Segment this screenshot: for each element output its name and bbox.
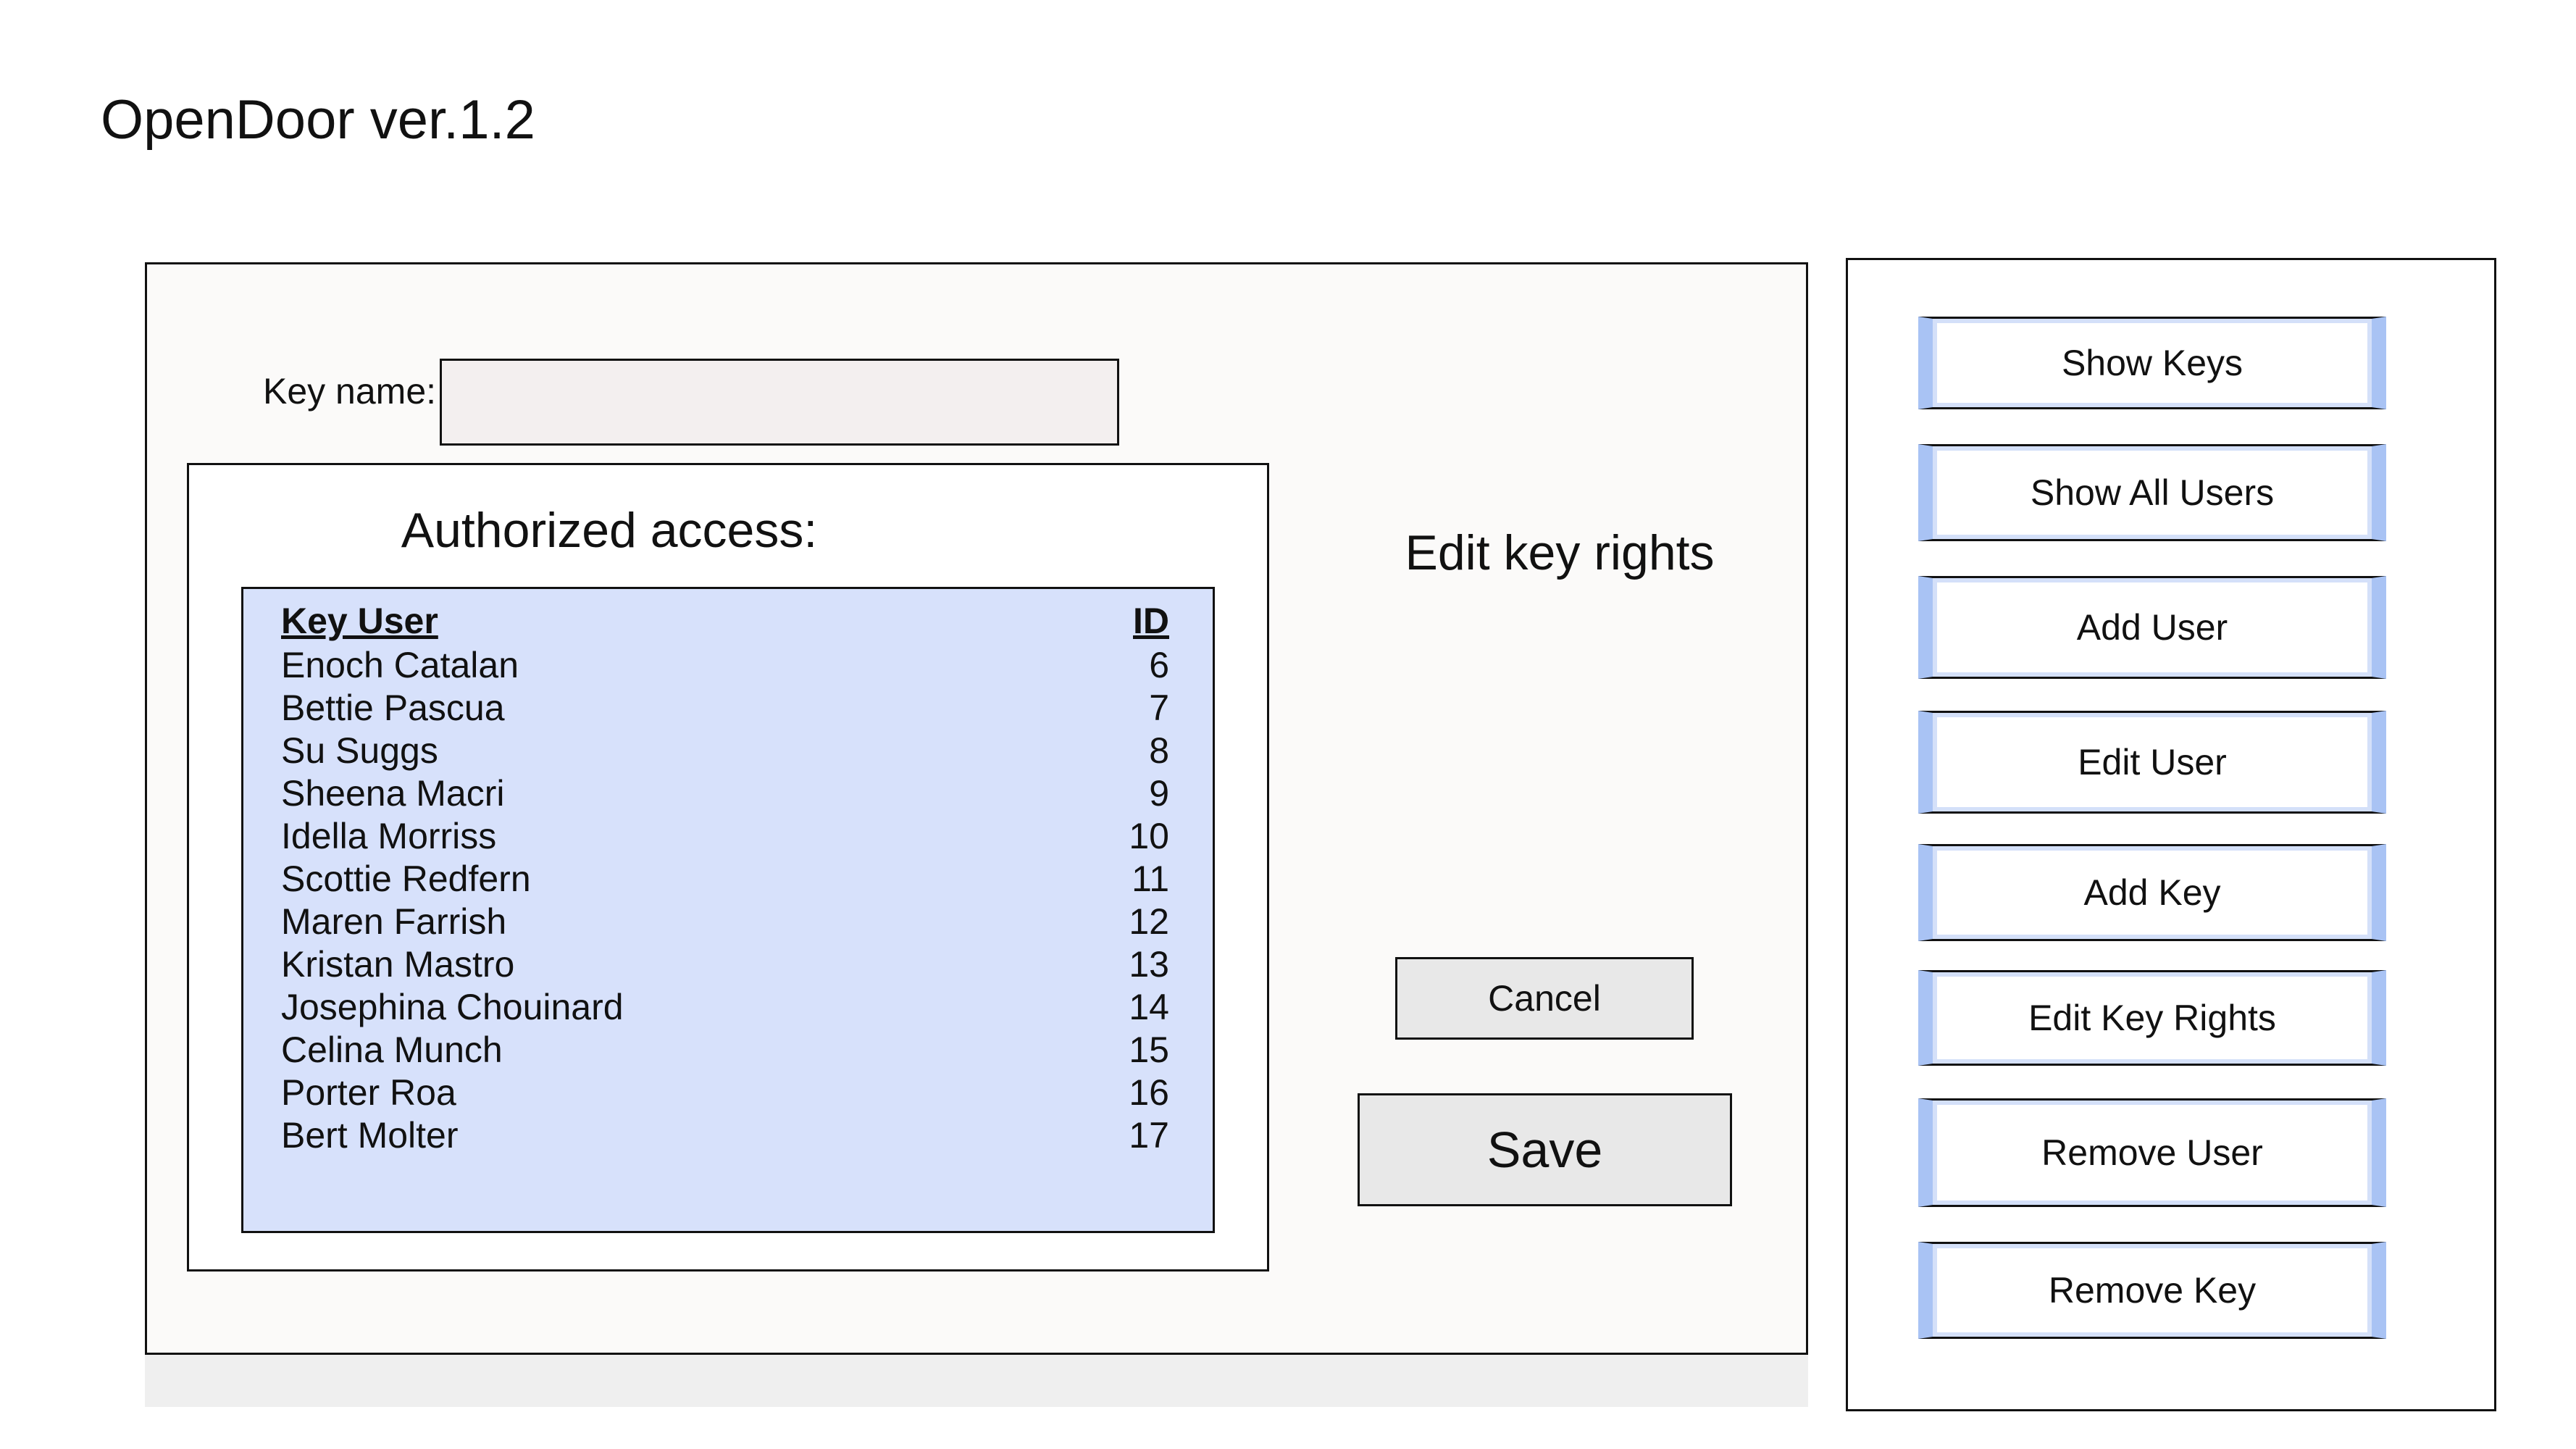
key-user-id: 15 — [1129, 1030, 1169, 1070]
list-item[interactable]: Su Suggs 8 — [281, 730, 1169, 772]
cancel-button[interactable]: Cancel — [1395, 957, 1694, 1040]
list-item[interactable]: Josephina Chouinard 14 — [281, 986, 1169, 1029]
key-name-label: Key name: — [263, 371, 437, 412]
list-item[interactable]: Bert Molter 17 — [281, 1114, 1169, 1157]
key-user-name: Su Suggs — [281, 730, 438, 771]
edit-key-rights-panel: Key name: Authorized access: Key User ID… — [145, 262, 1808, 1355]
key-user-id: 6 — [1149, 645, 1169, 685]
navigation-sidebar: Show Keys Show All Users Add User Edit User… — [1846, 258, 2496, 1411]
edit-user-button[interactable]: Edit User — [1918, 711, 2386, 814]
remove-user-button[interactable]: Remove User — [1918, 1098, 2386, 1207]
list-header: Key User ID — [281, 599, 1169, 643]
key-name-input[interactable] — [440, 359, 1119, 446]
authorized-access-box: Authorized access: Key User ID Enoch Cat… — [187, 463, 1269, 1271]
add-user-button[interactable]: Add User — [1918, 576, 2386, 679]
key-user-name: Josephina Chouinard — [281, 987, 624, 1027]
key-user-id: 14 — [1129, 987, 1169, 1027]
list-item[interactable]: Bettie Pascua 7 — [281, 687, 1169, 730]
key-user-name: Bettie Pascua — [281, 688, 505, 728]
main-panel-shadow — [145, 1349, 1808, 1407]
key-user-list[interactable]: Key User ID Enoch Catalan 6 Bettie Pascua 7… — [241, 587, 1215, 1233]
list-item[interactable]: Idella Morriss 10 — [281, 815, 1169, 858]
list-item[interactable]: Celina Munch 15 — [281, 1029, 1169, 1072]
list-item[interactable]: Sheena Macri 9 — [281, 772, 1169, 815]
key-user-name: Idella Morriss — [281, 816, 497, 856]
key-user-name: Porter Roa — [281, 1072, 456, 1113]
list-item[interactable]: Kristan Mastro 13 — [281, 943, 1169, 986]
key-user-name: Scottie Redfern — [281, 859, 531, 899]
add-key-button[interactable]: Add Key — [1918, 844, 2386, 941]
key-user-id: 13 — [1129, 944, 1169, 985]
list-item[interactable]: Maren Farrish 12 — [281, 901, 1169, 943]
key-user-name: Bert Molter — [281, 1115, 459, 1156]
authorized-access-title: Authorized access: — [401, 503, 818, 558]
key-user-id: 17 — [1129, 1115, 1169, 1156]
key-user-name: Sheena Macri — [281, 773, 505, 814]
column-header-key-user[interactable]: Key User — [281, 599, 438, 643]
key-user-id: 11 — [1132, 859, 1169, 899]
list-rows: Enoch Catalan 6 Bettie Pascua 7 Su Suggs 8 She… — [281, 644, 1169, 1157]
column-header-id[interactable]: ID — [1133, 599, 1169, 643]
key-user-id: 9 — [1149, 773, 1169, 814]
key-user-id: 10 — [1129, 816, 1169, 856]
show-all-users-button[interactable]: Show All Users — [1918, 444, 2386, 541]
edit-key-rights-title: Edit key rights — [1405, 525, 1715, 580]
save-button[interactable]: Save — [1358, 1093, 1732, 1206]
list-item[interactable]: Scottie Redfern 11 — [281, 858, 1169, 901]
remove-key-button[interactable]: Remove Key — [1918, 1242, 2386, 1339]
key-user-name: Maren Farrish — [281, 901, 507, 942]
edit-key-rights-button[interactable]: Edit Key Rights — [1918, 970, 2386, 1066]
key-user-id: 16 — [1129, 1072, 1169, 1113]
key-user-id: 8 — [1149, 730, 1169, 771]
app-title: OpenDoor ver.1.2 — [101, 89, 535, 151]
list-item[interactable]: Enoch Catalan 6 — [281, 644, 1169, 687]
key-user-name: Celina Munch — [281, 1030, 503, 1070]
list-item[interactable]: Porter Roa 16 — [281, 1072, 1169, 1114]
key-user-name: Enoch Catalan — [281, 645, 519, 685]
key-user-id: 7 — [1149, 688, 1169, 728]
key-user-name: Kristan Mastro — [281, 944, 515, 985]
show-keys-button[interactable]: Show Keys — [1918, 317, 2386, 409]
key-user-id: 12 — [1129, 901, 1169, 942]
